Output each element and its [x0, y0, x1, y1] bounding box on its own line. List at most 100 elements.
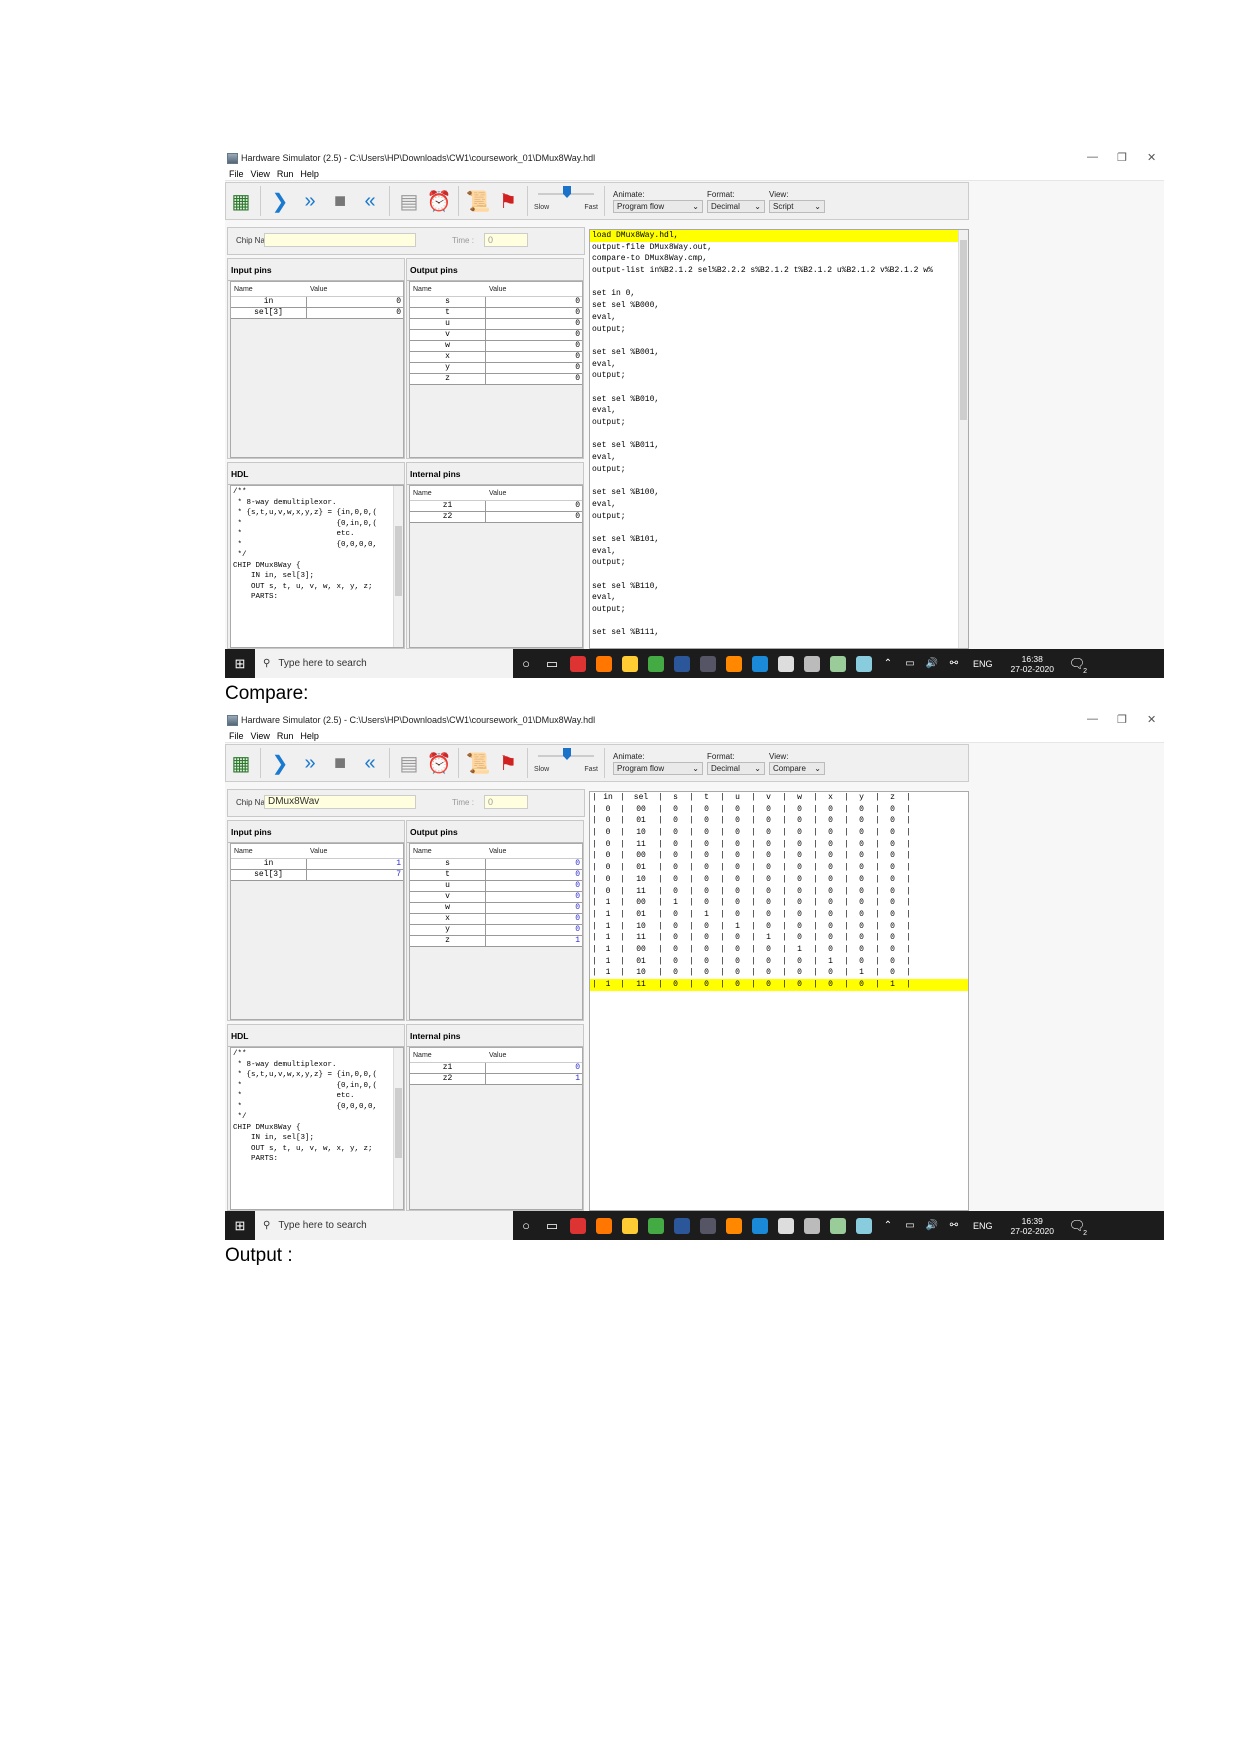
- chip-name-field[interactable]: [264, 233, 416, 247]
- pin-value[interactable]: 1: [486, 936, 582, 946]
- menu-file[interactable]: File: [229, 731, 244, 741]
- view-select[interactable]: Script ⌄: [769, 199, 825, 213]
- cortana-icon[interactable]: ○: [513, 649, 539, 678]
- network-icon[interactable]: ⚯: [943, 649, 965, 678]
- pin-value[interactable]: 0: [486, 319, 582, 329]
- java-icon-button[interactable]: [799, 1211, 825, 1240]
- sublime-icon-button[interactable]: [721, 649, 747, 678]
- fast-forward-icon[interactable]: »: [296, 749, 324, 777]
- output-pins-row[interactable]: z0: [410, 374, 582, 385]
- pin-value[interactable]: 0: [486, 903, 582, 913]
- pin-value[interactable]: 0: [486, 330, 582, 340]
- app-icon-button[interactable]: [695, 1211, 721, 1240]
- close-button[interactable]: ✕: [1147, 151, 1156, 164]
- battery-icon[interactable]: ▭: [899, 1211, 921, 1240]
- calculator-icon[interactable]: ▤: [395, 749, 423, 777]
- chip-icon[interactable]: ▦: [227, 749, 255, 777]
- show-hidden-icons[interactable]: ⌃: [877, 1211, 899, 1240]
- file-explorer-icon-button[interactable]: [617, 649, 643, 678]
- scroll-thumb[interactable]: [960, 240, 967, 420]
- pin-value[interactable]: 0: [486, 914, 582, 924]
- format-select[interactable]: Decimal ⌄: [707, 761, 765, 775]
- taskbar-search[interactable]: ⚲ Type here to search: [255, 1211, 513, 1240]
- pin-value[interactable]: 1: [486, 1074, 582, 1084]
- java-icon-button[interactable]: [799, 649, 825, 678]
- output-pins-row[interactable]: z1: [410, 936, 582, 947]
- task-view-icon[interactable]: ▭: [539, 1211, 565, 1240]
- hdl-code[interactable]: /** * 8-way demultiplexor. * {s,t,u,v,w,…: [230, 485, 404, 648]
- single-step-icon[interactable]: ❯: [266, 749, 294, 777]
- hdl-code[interactable]: /** * 8-way demultiplexor. * {s,t,u,v,w,…: [230, 1047, 404, 1210]
- slider-thumb[interactable]: [563, 186, 571, 198]
- volume-icon[interactable]: 🔊: [921, 649, 943, 678]
- output-pins-row[interactable]: t0: [410, 308, 582, 319]
- hdl-scrollbar[interactable]: [393, 486, 403, 647]
- notepad-icon-button[interactable]: [851, 1211, 877, 1240]
- pin-value[interactable]: 0: [486, 859, 582, 869]
- app-icon-button[interactable]: [695, 649, 721, 678]
- paint-icon-button[interactable]: [825, 649, 851, 678]
- output-pins-row[interactable]: w0: [410, 903, 582, 914]
- output-pins-row[interactable]: u0: [410, 319, 582, 330]
- output-pins-row[interactable]: t0: [410, 870, 582, 881]
- output-pins-row[interactable]: y0: [410, 925, 582, 936]
- volume-icon[interactable]: 🔊: [921, 1211, 943, 1240]
- script-icon[interactable]: 📜: [464, 187, 492, 215]
- internal-pins-row[interactable]: z2 0: [410, 512, 582, 523]
- stop-icon[interactable]: ■: [326, 187, 354, 215]
- scroll-thumb[interactable]: [395, 1088, 402, 1158]
- minimize-button[interactable]: —: [1087, 151, 1098, 163]
- breakpoint-flag-icon[interactable]: ⚑: [494, 187, 522, 215]
- paint-icon-button[interactable]: [825, 1211, 851, 1240]
- firefox-icon-button[interactable]: [591, 649, 617, 678]
- battery-icon[interactable]: ▭: [899, 649, 921, 678]
- pin-value[interactable]: 0: [486, 1063, 582, 1073]
- breakpoint-flag-icon[interactable]: ⚑: [494, 749, 522, 777]
- script-pane[interactable]: load DMux8Way.hdl, output-file DMux8Way.o…: [589, 229, 969, 649]
- network-icon[interactable]: ⚯: [943, 1211, 965, 1240]
- start-button[interactable]: ⊞: [225, 1211, 255, 1240]
- pin-value[interactable]: 7: [307, 870, 403, 880]
- chip-name-field[interactable]: DMux8Wav: [264, 795, 416, 809]
- show-hidden-icons[interactable]: ⌃: [877, 649, 899, 678]
- stop-icon[interactable]: ■: [326, 749, 354, 777]
- pin-value[interactable]: 0: [486, 870, 582, 880]
- internal-pins-row[interactable]: z2 1: [410, 1074, 582, 1085]
- pin-value[interactable]: 0: [486, 374, 582, 384]
- pin-value[interactable]: 0: [486, 363, 582, 373]
- time-field[interactable]: 0: [484, 795, 528, 809]
- output-pins-row[interactable]: s0: [410, 297, 582, 308]
- pin-value[interactable]: 0: [486, 881, 582, 891]
- pin-value[interactable]: 0: [486, 308, 582, 318]
- pin-value[interactable]: 0: [486, 297, 582, 307]
- menu-help[interactable]: Help: [300, 731, 319, 741]
- rewind-icon[interactable]: «: [356, 749, 384, 777]
- input-pins-row[interactable]: sel[3] 0: [231, 308, 403, 319]
- clock[interactable]: 16:39 27-02-2020: [1011, 1216, 1054, 1236]
- clock[interactable]: 16:38 27-02-2020: [1011, 654, 1054, 674]
- edge-icon-button[interactable]: [747, 1211, 773, 1240]
- language-indicator[interactable]: ENG: [973, 659, 993, 669]
- output-pins-row[interactable]: y0: [410, 363, 582, 374]
- pin-value[interactable]: 0: [486, 501, 582, 511]
- sublime-icon-button[interactable]: [721, 1211, 747, 1240]
- notification-center-icon[interactable]: 🗨 2: [1064, 1211, 1090, 1240]
- single-step-icon[interactable]: ❯: [266, 187, 294, 215]
- output-pins-row[interactable]: x0: [410, 914, 582, 925]
- slider-thumb[interactable]: [563, 748, 571, 760]
- menu-run[interactable]: Run: [277, 731, 294, 741]
- file-explorer-icon-button[interactable]: [617, 1211, 643, 1240]
- language-indicator[interactable]: ENG: [973, 1221, 993, 1231]
- minimize-button[interactable]: —: [1087, 713, 1098, 725]
- pin-value[interactable]: 0: [486, 352, 582, 362]
- firefox-icon-button[interactable]: [591, 1211, 617, 1240]
- pin-value[interactable]: 0: [307, 297, 403, 307]
- speed-slider[interactable]: Slow Fast: [532, 184, 600, 218]
- calculator-icon[interactable]: ▤: [395, 187, 423, 215]
- speed-slider[interactable]: Slow Fast: [532, 746, 600, 780]
- time-field[interactable]: 0: [484, 233, 528, 247]
- script-icon[interactable]: 📜: [464, 749, 492, 777]
- clock-icon[interactable]: ⏰: [425, 187, 453, 215]
- format-select[interactable]: Decimal ⌄: [707, 199, 765, 213]
- pin-value[interactable]: 0: [486, 341, 582, 351]
